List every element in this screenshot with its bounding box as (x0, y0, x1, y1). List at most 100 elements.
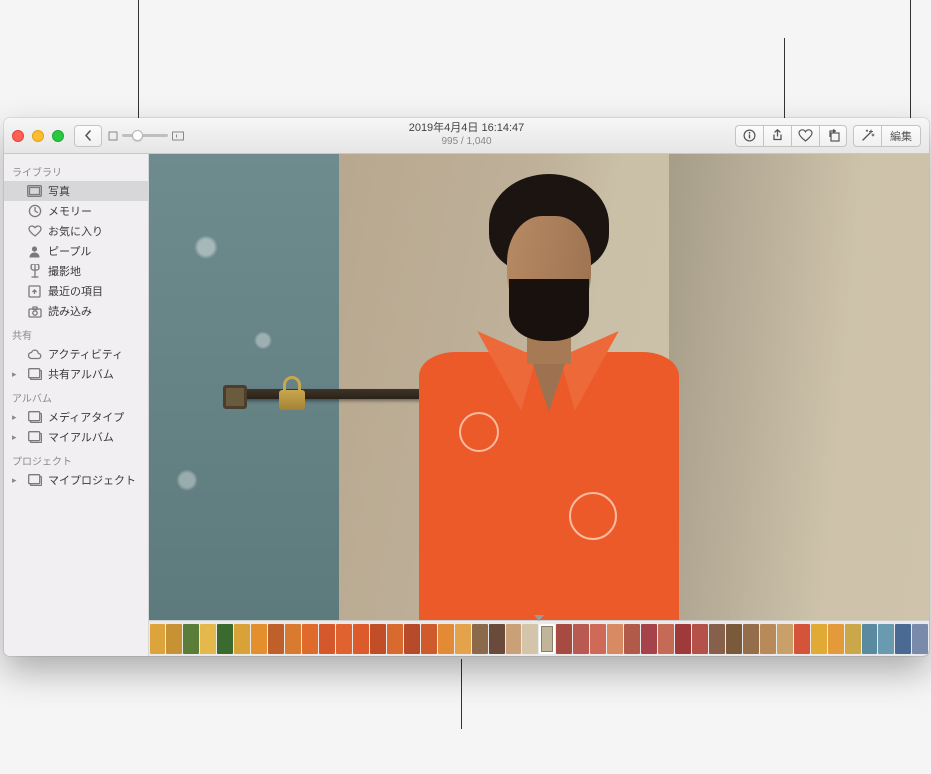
disclosure-triangle-icon[interactable]: ▸ (12, 369, 21, 380)
sidebar-item[interactable]: 撮影地 (4, 261, 148, 281)
share-icon (771, 129, 784, 142)
filmstrip-thumb[interactable] (183, 624, 199, 654)
filmstrip-thumb[interactable] (794, 624, 810, 654)
filmstrip-thumb[interactable] (607, 624, 623, 654)
filmstrip-thumb[interactable] (624, 624, 640, 654)
window-controls (12, 130, 64, 142)
sidebar-item-label: ピープル (48, 243, 91, 259)
minimize-window-button[interactable] (32, 130, 44, 142)
filmstrip-thumb[interactable] (811, 624, 827, 654)
filmstrip[interactable] (149, 620, 929, 656)
filmstrip-thumb[interactable] (506, 624, 522, 654)
titlebar: 2019年4月4日 16:14:47 995 / 1,040 (4, 118, 929, 154)
filmstrip-thumb[interactable] (777, 624, 793, 654)
zoom-slider-knob[interactable] (132, 130, 143, 141)
main-area (149, 154, 929, 656)
filmstrip-thumb[interactable] (285, 624, 301, 654)
filmstrip-thumb[interactable] (336, 624, 352, 654)
filmstrip-thumb[interactable] (166, 624, 182, 654)
filmstrip-thumb[interactable] (556, 624, 572, 654)
sidebar-item[interactable]: お気に入り (4, 221, 148, 241)
fullscreen-window-button[interactable] (52, 130, 64, 142)
sidebar-item[interactable]: 読み込み (4, 301, 148, 321)
memories-icon (27, 204, 42, 219)
sidebar-item-label: 写真 (48, 183, 70, 199)
filmstrip-thumb[interactable] (150, 624, 166, 654)
sidebar-item-label: 撮影地 (48, 263, 81, 279)
filmstrip-thumb[interactable] (845, 624, 861, 654)
zoom-slider[interactable] (108, 131, 184, 141)
sidebar-item[interactable]: ▸メディアタイプ (4, 407, 148, 427)
filmstrip-thumb[interactable] (590, 624, 606, 654)
filmstrip-thumb[interactable] (234, 624, 250, 654)
filmstrip-thumb[interactable] (353, 624, 369, 654)
sidebar-item-label: アクティビティ (48, 346, 123, 362)
import-icon (27, 304, 42, 319)
disclosure-triangle-icon[interactable]: ▸ (12, 412, 21, 423)
filmstrip-thumb[interactable] (573, 624, 589, 654)
filmstrip-thumb[interactable] (743, 624, 759, 654)
filmstrip-thumb[interactable] (370, 624, 386, 654)
filmstrip-thumb[interactable] (828, 624, 844, 654)
filmstrip-thumbs (149, 624, 929, 654)
sidebar-item[interactable]: ピープル (4, 241, 148, 261)
favorite-button[interactable] (791, 125, 819, 147)
sidebar-item[interactable]: ▸ マイプロジェクト (4, 470, 148, 490)
photo-viewer[interactable] (149, 154, 929, 620)
filmstrip-thumb[interactable] (268, 624, 284, 654)
filmstrip-thumb[interactable] (421, 624, 437, 654)
share-button[interactable] (763, 125, 791, 147)
rotate-button[interactable] (819, 125, 847, 147)
back-button[interactable] (74, 125, 102, 147)
filmstrip-thumb[interactable] (251, 624, 267, 654)
disclosure-triangle-icon[interactable]: ▸ (12, 475, 21, 486)
edit-button[interactable]: 編集 (881, 125, 921, 147)
filmstrip-thumb[interactable] (200, 624, 216, 654)
filmstrip-thumb[interactable] (302, 624, 318, 654)
sidebar-section-header: プロジェクト (4, 447, 148, 470)
filmstrip-thumb[interactable] (387, 624, 403, 654)
filmstrip-thumb[interactable] (217, 624, 233, 654)
sidebar-item-label: マイプロジェクト (48, 472, 136, 488)
sidebar-item[interactable]: ▸マイアルバム (4, 427, 148, 447)
sidebar-item[interactable]: 最近の項目 (4, 281, 148, 301)
filmstrip-thumb[interactable] (404, 624, 420, 654)
filmstrip-thumb[interactable] (726, 624, 742, 654)
filmstrip-thumb[interactable] (760, 624, 776, 654)
close-window-button[interactable] (12, 130, 24, 142)
filmstrip-thumb[interactable] (878, 624, 894, 654)
wand-icon (861, 129, 875, 142)
filmstrip-thumb[interactable] (709, 624, 725, 654)
filmstrip-thumb[interactable] (675, 624, 691, 654)
filmstrip-thumb[interactable] (522, 624, 538, 654)
sidebar-item[interactable]: ▸共有アルバム (4, 364, 148, 384)
filmstrip-thumb[interactable] (692, 624, 708, 654)
enhance-button[interactable] (853, 125, 881, 147)
filmstrip-thumb[interactable] (455, 624, 471, 654)
zoom-out-icon (108, 131, 118, 141)
pin-icon (27, 264, 42, 279)
callout-line (461, 659, 462, 729)
photos-window: 2019年4月4日 16:14:47 995 / 1,040 (4, 118, 929, 656)
filmstrip-thumb[interactable] (539, 624, 555, 654)
filmstrip-thumb[interactable] (895, 624, 911, 654)
filmstrip-thumb[interactable] (641, 624, 657, 654)
filmstrip-thumb[interactable] (658, 624, 674, 654)
album-icon (27, 430, 42, 445)
sidebar-item[interactable]: アクティビティ (4, 344, 148, 364)
filmstrip-thumb[interactable] (912, 624, 928, 654)
filmstrip-thumb[interactable] (862, 624, 878, 654)
edit-button-label: 編集 (890, 128, 912, 144)
sidebar-item[interactable]: 写真 (4, 181, 148, 201)
disclosure-triangle-icon[interactable]: ▸ (12, 432, 21, 443)
sidebar-item-label: メモリー (48, 203, 92, 219)
sidebar-item-label: お気に入り (48, 223, 103, 239)
callout-line (910, 0, 911, 123)
filmstrip-thumb[interactable] (489, 624, 505, 654)
info-button[interactable] (735, 125, 763, 147)
sidebar-item[interactable]: メモリー (4, 201, 148, 221)
filmstrip-thumb[interactable] (438, 624, 454, 654)
filmstrip-thumb[interactable] (472, 624, 488, 654)
zoom-slider-track[interactable] (122, 134, 168, 137)
filmstrip-thumb[interactable] (319, 624, 335, 654)
